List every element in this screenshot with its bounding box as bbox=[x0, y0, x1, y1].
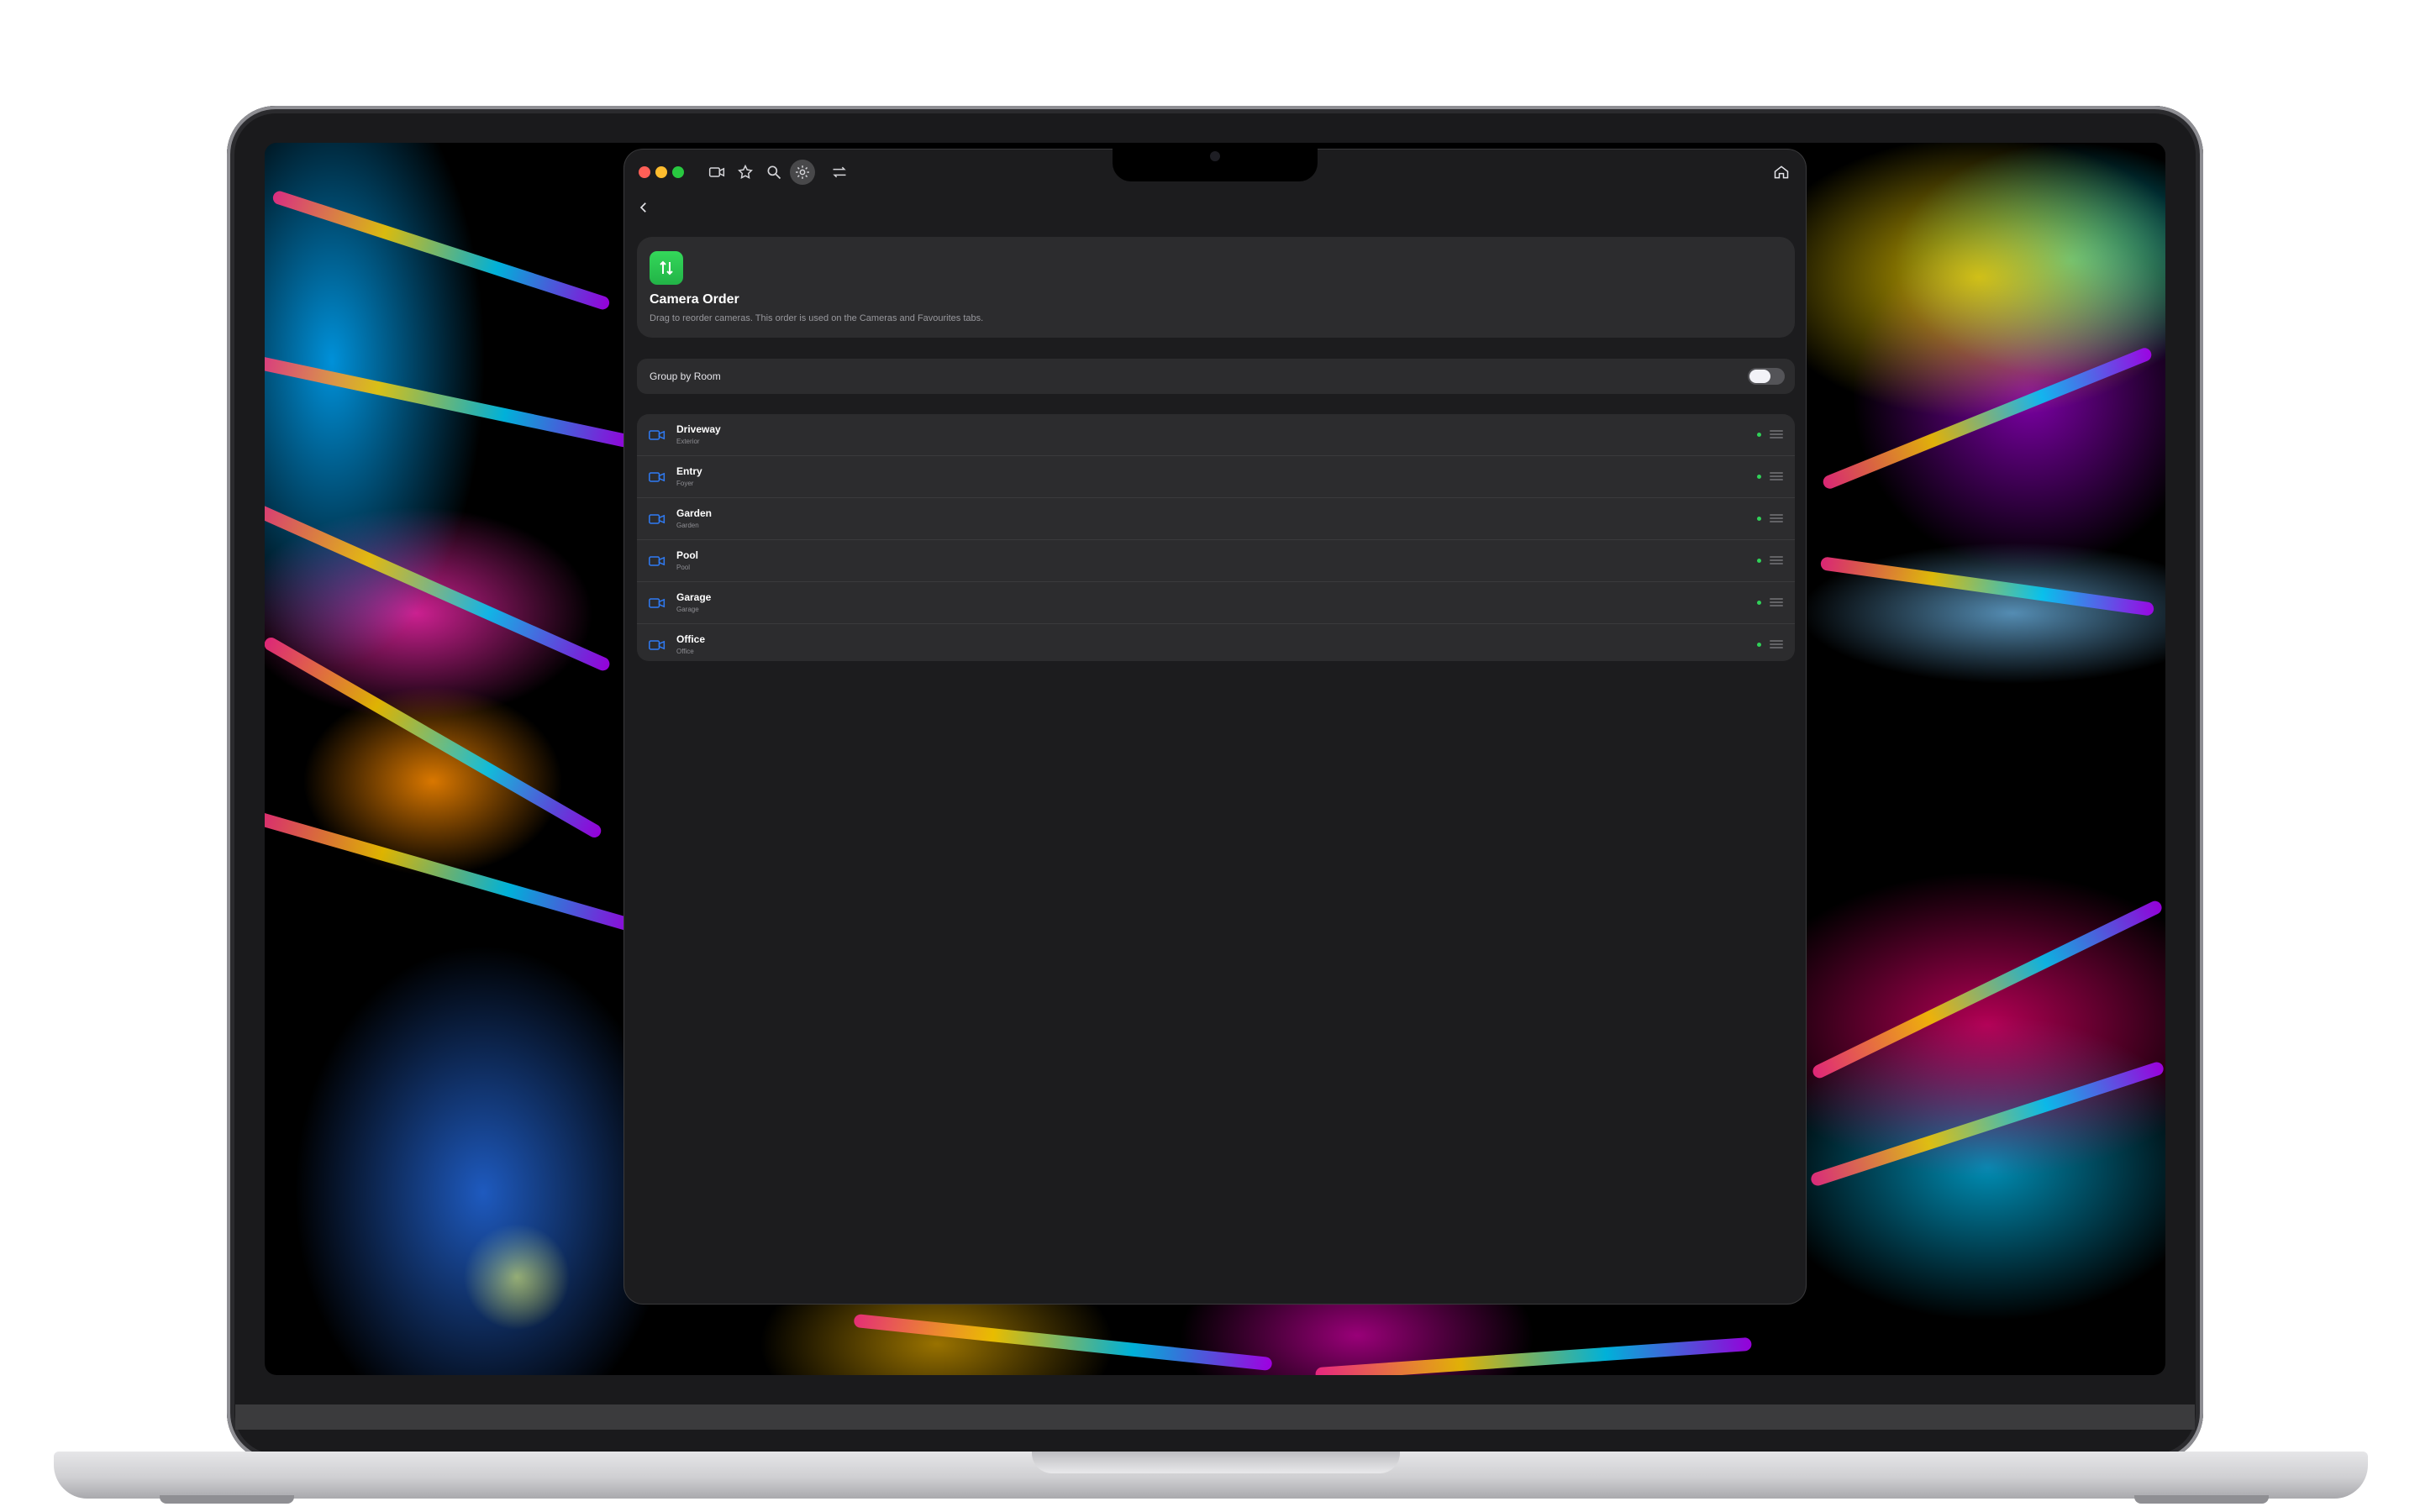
camera-name: Garage bbox=[676, 591, 712, 603]
laptop-foot-left bbox=[160, 1495, 294, 1504]
gear-icon[interactable] bbox=[790, 160, 815, 185]
drag-handle-icon[interactable] bbox=[1770, 640, 1783, 648]
online-status-dot bbox=[1757, 517, 1761, 521]
camera-name: Entry bbox=[676, 465, 702, 477]
online-status-dot bbox=[1757, 643, 1761, 647]
camera-room: Exterior bbox=[676, 438, 700, 445]
camera-room: Garage bbox=[676, 606, 699, 613]
camera-name: Office bbox=[676, 633, 706, 645]
laptop-foot-right bbox=[2134, 1495, 2269, 1504]
laptop-base-groove bbox=[1032, 1452, 1400, 1473]
laptop-chin bbox=[235, 1404, 2195, 1430]
page-title: Camera Order bbox=[650, 292, 739, 307]
camera-notch bbox=[1113, 143, 1318, 181]
drag-handle-icon[interactable] bbox=[1770, 556, 1783, 564]
camera-row-driveway[interactable]: Driveway Exterior bbox=[637, 414, 1795, 456]
video-camera-icon bbox=[649, 429, 666, 441]
group-by-room-toggle[interactable] bbox=[1748, 368, 1785, 385]
drag-handle-icon[interactable] bbox=[1770, 598, 1783, 606]
camera-name: Garden bbox=[676, 507, 713, 519]
video-camera-icon bbox=[649, 639, 666, 651]
camera-row-entry[interactable]: Entry Foyer bbox=[637, 456, 1795, 498]
home-icon[interactable] bbox=[1769, 160, 1794, 185]
video-camera-icon bbox=[649, 513, 666, 525]
camera-room: Pool bbox=[676, 564, 691, 571]
camera-icon[interactable] bbox=[704, 160, 729, 185]
close-window-button[interactable] bbox=[639, 166, 650, 178]
star-icon[interactable] bbox=[733, 160, 758, 185]
page-description: Drag to reorder cameras. This order is u… bbox=[650, 313, 984, 323]
video-camera-icon bbox=[649, 471, 666, 483]
drag-handle-icon[interactable] bbox=[1770, 472, 1783, 480]
camera-row-garage[interactable]: Garage Garage bbox=[637, 582, 1795, 624]
camera-row-garden[interactable]: Garden Garden bbox=[637, 498, 1795, 540]
online-status-dot bbox=[1757, 559, 1761, 563]
video-camera-icon bbox=[649, 555, 666, 567]
drag-handle-icon[interactable] bbox=[1770, 430, 1783, 438]
group-by-room-label: Group by Room bbox=[650, 370, 721, 382]
camera-row-pool[interactable]: Pool Pool bbox=[637, 540, 1795, 582]
camera-row-office[interactable]: Office Office bbox=[637, 624, 1795, 661]
camera-room: Foyer bbox=[676, 480, 694, 487]
camera-name: Pool bbox=[676, 549, 698, 561]
back-button[interactable] bbox=[631, 195, 656, 220]
camera-name: Driveway bbox=[676, 423, 721, 435]
search-icon[interactable] bbox=[761, 160, 786, 185]
camera-list: Driveway Exterior Entry Foyer Garden Gar… bbox=[637, 414, 1795, 661]
group-by-room-row: Group by Room bbox=[637, 359, 1795, 394]
camera-room: Garden bbox=[676, 522, 699, 529]
chevron-left-icon bbox=[639, 202, 646, 213]
app-window: Camera Order Drag to reorder cameras. Th… bbox=[624, 150, 1806, 1304]
minimize-window-button[interactable] bbox=[655, 166, 667, 178]
camera-order-header-card: Camera Order Drag to reorder cameras. Th… bbox=[637, 237, 1795, 338]
zoom-window-button[interactable] bbox=[672, 166, 684, 178]
online-status-dot bbox=[1757, 601, 1761, 605]
reorder-arrows-icon bbox=[650, 251, 683, 285]
drag-handle-icon[interactable] bbox=[1770, 514, 1783, 522]
swap-icon[interactable] bbox=[827, 160, 852, 185]
camera-room: Office bbox=[676, 648, 694, 655]
online-status-dot bbox=[1757, 433, 1761, 437]
toggle-knob bbox=[1749, 370, 1770, 383]
video-camera-icon bbox=[649, 597, 666, 609]
webcam-dot bbox=[1210, 151, 1220, 161]
online-status-dot bbox=[1757, 475, 1761, 479]
